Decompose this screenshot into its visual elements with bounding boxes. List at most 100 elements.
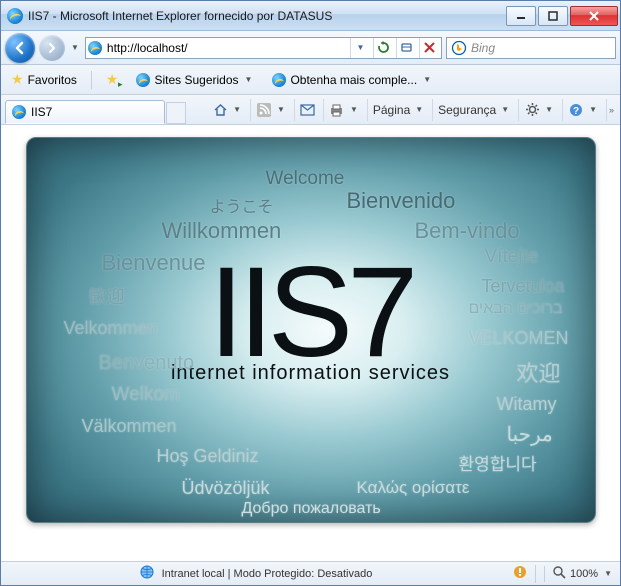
zoom-control[interactable]: 100% ▼ (544, 566, 614, 582)
favorites-bar: ★ Favoritos ★▸ Sites Sugeridos ▼ Obtenha… (1, 65, 620, 95)
welcome-word: 歓迎 (89, 283, 125, 309)
chevron-down-icon: ▼ (602, 569, 614, 578)
arrow-left-icon (12, 40, 28, 56)
tab-icon (12, 105, 26, 119)
page-label: Página (373, 103, 410, 117)
zoom-value: 100% (570, 568, 598, 580)
arrow-right-icon (45, 41, 59, 55)
ie-icon (7, 8, 23, 24)
welcome-word: Welkom (112, 384, 180, 406)
nav-history-dropdown[interactable]: ▼ (69, 43, 81, 52)
web-slice-button[interactable]: Obtenha mais comple... ▼ (268, 71, 437, 89)
chevron-down-icon: ▼ (587, 105, 599, 114)
maximize-button[interactable] (538, 6, 568, 26)
url-input[interactable] (105, 39, 347, 57)
gear-icon (524, 102, 540, 118)
search-placeholder: Bing (471, 41, 495, 55)
welcome-word: Willkommen (162, 218, 282, 244)
search-box[interactable]: Bing (446, 37, 616, 59)
iis-logo: IIS7 internet information services (171, 259, 450, 385)
forward-button[interactable] (39, 35, 65, 61)
security-zone-text: Intranet local | Modo Protegido: Desativ… (162, 568, 373, 580)
slice-label: Obtenha mais comple... (290, 73, 417, 87)
back-button[interactable] (5, 33, 35, 63)
tools-menu[interactable]: ▼ (518, 99, 560, 121)
separator (535, 565, 536, 583)
welcome-word: Bienvenido (347, 188, 456, 214)
page-menu[interactable]: Página ▼ (367, 99, 430, 121)
welcome-word: Bienvenue (102, 250, 206, 276)
favorites-button[interactable]: ★ Favoritos (7, 69, 81, 90)
suggested-sites-button[interactable]: Sites Sugeridos ▼ (132, 71, 258, 89)
home-button[interactable]: ▼ (207, 99, 248, 121)
close-icon (588, 10, 600, 22)
safety-label: Segurança (438, 103, 496, 117)
svg-text:?: ? (573, 106, 579, 117)
page-content: IIS7 internet information services Welco… (1, 125, 620, 561)
home-icon (212, 102, 228, 118)
chevron-down-icon: ▼ (413, 105, 425, 114)
rss-icon (256, 102, 272, 118)
chevron-right-icon: » (609, 105, 614, 115)
compat-button[interactable] (396, 38, 416, 58)
tab-active[interactable]: IIS7 (5, 100, 165, 124)
browser-window: IIS7 - Microsoft Internet Explorer forne… (0, 0, 621, 586)
chevron-down-icon: ▼ (543, 105, 555, 114)
welcome-word: Velkommen (64, 318, 158, 339)
iis-welcome-splash: IIS7 internet information services Welco… (26, 137, 596, 523)
welcome-word: Välkommen (82, 416, 177, 437)
help-icon: ? (568, 102, 584, 118)
window-title: IIS7 - Microsoft Internet Explorer forne… (28, 9, 504, 23)
mail-icon (300, 102, 316, 118)
welcome-word: ようこそ (210, 193, 274, 217)
minimize-icon (516, 11, 526, 21)
refresh-icon (377, 41, 390, 54)
protected-mode-icon[interactable] (513, 565, 527, 582)
welcome-word: مرحبا (507, 422, 553, 447)
chevron-down-icon: ▼ (231, 105, 243, 114)
suggested-label: Sites Sugeridos (154, 73, 238, 87)
compat-icon (400, 41, 413, 54)
navigation-bar: ▼ ▼ Bing (1, 31, 620, 65)
read-mail-button[interactable] (294, 99, 321, 121)
welcome-word: Hoş Geldiniz (157, 446, 259, 467)
slice-icon (272, 73, 286, 87)
welcome-word: 欢迎 (517, 356, 561, 388)
refresh-button[interactable] (373, 38, 393, 58)
star-arrow-icon: ★▸ (106, 71, 119, 88)
welcome-word: Witamy (497, 394, 557, 415)
stop-button[interactable] (419, 38, 439, 58)
welcome-word: ברוכים הבאים (469, 300, 563, 318)
welcome-word: Üdvözöljük (182, 478, 270, 499)
help-button[interactable]: ? ▼ (562, 99, 604, 121)
close-button[interactable] (570, 6, 618, 26)
safety-menu[interactable]: Segurança ▼ (432, 99, 516, 121)
favorites-label: Favoritos (28, 73, 77, 87)
welcome-word: 환영합니다 (459, 450, 537, 475)
welcome-word: Bem-vindo (415, 218, 520, 244)
welcome-word: VELKOMEN (469, 328, 569, 349)
add-to-bar-button[interactable]: ★▸ (102, 69, 123, 90)
new-tab-button[interactable] (166, 102, 186, 124)
chevron-down-icon: ▼ (275, 105, 287, 114)
print-button[interactable]: ▼ (323, 99, 365, 121)
address-bar[interactable]: ▼ (85, 37, 442, 59)
separator (91, 71, 92, 89)
titlebar: IIS7 - Microsoft Internet Explorer forne… (1, 1, 620, 31)
star-icon: ★ (11, 71, 24, 88)
toolbar-chevron[interactable]: » (606, 99, 616, 121)
ie-small-icon (136, 73, 150, 87)
feeds-button[interactable]: ▼ (250, 99, 292, 121)
tab-title: IIS7 (31, 105, 52, 119)
welcome-word: Tervetuloa (482, 276, 565, 297)
address-dropdown[interactable]: ▼ (350, 38, 370, 58)
maximize-icon (548, 11, 558, 21)
chevron-down-icon: ▼ (421, 75, 433, 84)
window-controls (504, 6, 618, 26)
welcome-word: Καλώς ορίσατε (357, 478, 470, 498)
iis-logo-text: IIS7 (171, 259, 450, 368)
minimize-button[interactable] (506, 6, 536, 26)
page-icon (88, 41, 102, 55)
iis-subtitle: internet information services (171, 362, 450, 385)
stop-icon (424, 42, 435, 53)
